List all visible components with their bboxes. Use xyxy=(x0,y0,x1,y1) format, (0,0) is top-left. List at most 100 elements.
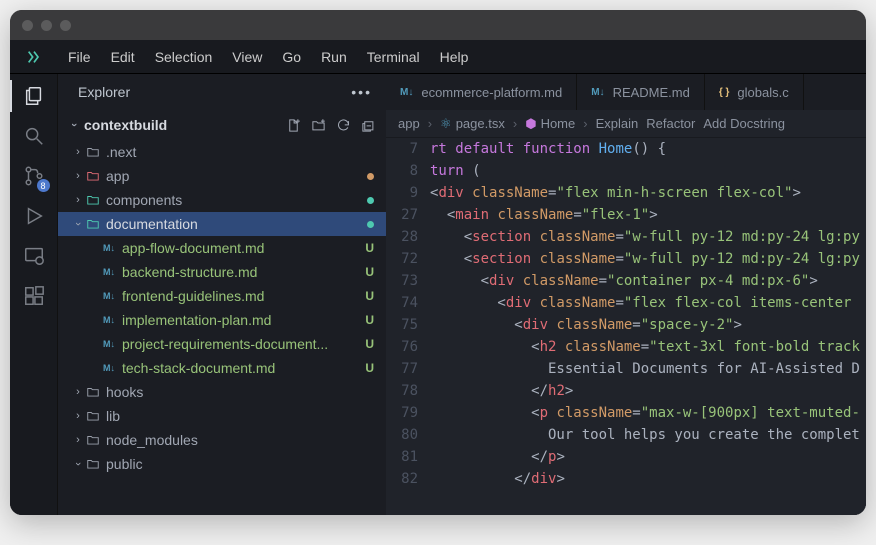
code-line[interactable]: <section className="w-full py-12 md:py-2… xyxy=(430,226,866,248)
code-line[interactable]: <div className="space-y-2"> xyxy=(430,314,866,336)
code-action-explain[interactable]: Explain xyxy=(596,116,639,131)
file-row[interactable]: M↓implementation-plan.mdU xyxy=(58,308,386,332)
folder-icon xyxy=(84,145,102,159)
code-line[interactable]: <main className="flex-1"> xyxy=(430,204,866,226)
folder-icon xyxy=(84,457,102,471)
extensions-activity-icon[interactable] xyxy=(20,282,48,310)
app-logo-icon xyxy=(24,47,44,67)
breadcrumb-bar: app›⚛page.tsx›⬢Home›ExplainRefactorAdd D… xyxy=(386,110,866,138)
search-activity-icon[interactable] xyxy=(20,122,48,150)
folder-label: app xyxy=(106,168,358,184)
line-number: 74 xyxy=(386,292,418,314)
chevron-down-icon: › xyxy=(72,458,84,470)
editor-area: M↓ecommerce-platform.mdM↓README.md{ }glo… xyxy=(386,74,866,515)
file-type-icon: M↓ xyxy=(591,87,604,98)
line-number: 77 xyxy=(386,358,418,380)
file-label: frontend-guidelines.md xyxy=(122,288,358,304)
chevron-down-icon: › xyxy=(72,218,84,230)
editor-tab[interactable]: M↓README.md xyxy=(577,74,705,110)
menu-run[interactable]: Run xyxy=(311,45,357,69)
menu-terminal[interactable]: Terminal xyxy=(357,45,430,69)
chevron-right-icon: › xyxy=(72,410,84,422)
breadcrumb-segment[interactable]: ⚛page.tsx xyxy=(440,116,505,132)
markdown-file-icon: M↓ xyxy=(100,243,118,253)
chevron-right-icon: › xyxy=(72,170,84,182)
breadcrumb-segment[interactable]: ⬢Home xyxy=(525,116,575,132)
line-number: 73 xyxy=(386,270,418,292)
folder-row[interactable]: › app xyxy=(58,164,386,188)
code-line[interactable]: <div className="flex flex-col items-cent… xyxy=(430,292,866,314)
code-line[interactable]: <section className="w-full py-12 md:py-2… xyxy=(430,248,866,270)
git-status-indicator: U xyxy=(358,313,374,327)
file-row[interactable]: M↓frontend-guidelines.mdU xyxy=(58,284,386,308)
menu-file[interactable]: File xyxy=(58,45,101,69)
new-folder-icon[interactable] xyxy=(311,118,326,133)
folder-label: hooks xyxy=(106,384,358,400)
folder-icon xyxy=(84,169,102,183)
file-row[interactable]: M↓project-requirements-document...U xyxy=(58,332,386,356)
code-editor[interactable]: 78927287273747576777879808182 rt default… xyxy=(386,138,866,515)
code-line[interactable]: <h2 className="text-3xl font-bold track xyxy=(430,336,866,358)
code-line[interactable]: <p className="max-w-[900px] text-muted- xyxy=(430,402,866,424)
code-line[interactable]: Our tool helps you create the complet xyxy=(430,424,866,446)
menu-selection[interactable]: Selection xyxy=(145,45,223,69)
code-line[interactable]: Essential Documents for AI-Assisted D xyxy=(430,358,866,380)
menu-edit[interactable]: Edit xyxy=(101,45,145,69)
close-window-button[interactable] xyxy=(22,20,33,31)
markdown-file-icon: M↓ xyxy=(100,339,118,349)
new-file-icon[interactable] xyxy=(286,118,301,133)
activity-bar: 8 xyxy=(10,74,58,515)
folder-row[interactable]: ›node_modules xyxy=(58,428,386,452)
folder-row[interactable]: ›.next xyxy=(58,140,386,164)
line-number: 8 xyxy=(386,160,418,182)
file-type-icon: { } xyxy=(719,87,730,98)
refresh-icon[interactable] xyxy=(336,118,351,133)
line-number: 80 xyxy=(386,424,418,446)
source-control-activity-icon[interactable]: 8 xyxy=(20,162,48,190)
project-actions xyxy=(286,118,376,133)
tab-label: globals.c xyxy=(737,85,788,100)
folder-row[interactable]: ›documentation xyxy=(58,212,386,236)
code-line[interactable]: </h2> xyxy=(430,380,866,402)
folder-row[interactable]: ›lib xyxy=(58,404,386,428)
code-line[interactable]: <div className="flex min-h-screen flex-c… xyxy=(430,182,866,204)
breadcrumb-segment[interactable]: app xyxy=(398,116,420,131)
menu-go[interactable]: Go xyxy=(272,45,311,69)
menu-view[interactable]: View xyxy=(222,45,272,69)
menu-help[interactable]: Help xyxy=(430,45,479,69)
folder-row[interactable]: ›components xyxy=(58,188,386,212)
file-row[interactable]: M↓tech-stack-document.mdU xyxy=(58,356,386,380)
code-action-add-docstring[interactable]: Add Docstring xyxy=(703,116,785,131)
folder-row[interactable]: ›public xyxy=(58,452,386,476)
folder-icon xyxy=(84,217,102,231)
code-line[interactable]: rt default function Home() { xyxy=(430,138,866,160)
chevron-right-icon: › xyxy=(72,386,84,398)
folder-label: .next xyxy=(106,144,358,160)
code-line[interactable]: <div className="container px-4 md:px-6"> xyxy=(430,270,866,292)
explorer-activity-icon[interactable] xyxy=(20,82,48,110)
file-label: backend-structure.md xyxy=(122,264,358,280)
code-lines[interactable]: rt default function Home() {turn (<div c… xyxy=(430,138,866,515)
file-row[interactable]: M↓backend-structure.mdU xyxy=(58,260,386,284)
maximize-window-button[interactable] xyxy=(60,20,71,31)
project-root-row[interactable]: › contextbuild xyxy=(58,110,386,140)
collapse-all-icon[interactable] xyxy=(361,118,376,133)
file-row[interactable]: M↓app-flow-document.mdU xyxy=(58,236,386,260)
code-line[interactable]: turn ( xyxy=(430,160,866,182)
code-action-refactor[interactable]: Refactor xyxy=(646,116,695,131)
line-number: 82 xyxy=(386,468,418,490)
editor-tab[interactable]: { } globals.c xyxy=(705,74,804,110)
folder-row[interactable]: › hooks xyxy=(58,380,386,404)
minimize-window-button[interactable] xyxy=(41,20,52,31)
project-name: contextbuild xyxy=(84,117,286,133)
explorer-more-icon[interactable]: ••• xyxy=(351,84,372,100)
line-number: 79 xyxy=(386,402,418,424)
remote-activity-icon[interactable] xyxy=(20,242,48,270)
code-line[interactable]: </p> xyxy=(430,446,866,468)
react-file-icon: ⚛ xyxy=(440,116,452,131)
editor-tab[interactable]: M↓ecommerce-platform.md xyxy=(386,74,577,110)
explorer-title: Explorer xyxy=(78,84,130,100)
run-debug-activity-icon[interactable] xyxy=(20,202,48,230)
code-line[interactable]: </div> xyxy=(430,468,866,490)
tab-label: ecommerce-platform.md xyxy=(421,85,562,100)
